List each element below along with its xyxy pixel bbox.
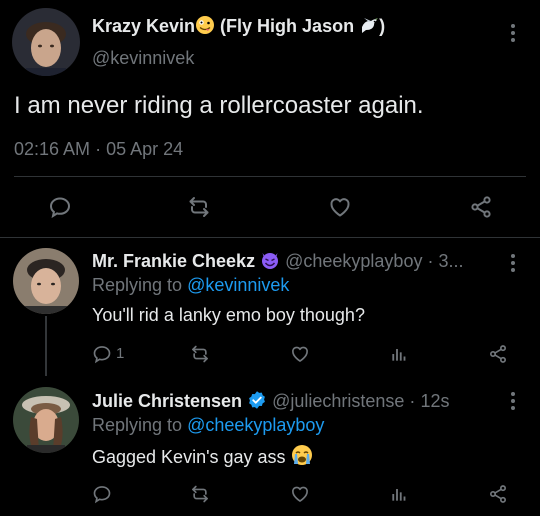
replying-to: Replying to @kevinnivek	[92, 274, 289, 296]
reply-count: 1	[116, 345, 125, 362]
like-icon[interactable]	[290, 344, 310, 364]
display-name[interactable]: Julie Christensen	[92, 391, 242, 411]
verified-badge-icon	[247, 390, 267, 415]
time-separator: ·	[409, 391, 416, 411]
display-name-suffix: (Fly High Jason	[215, 16, 360, 36]
more-icon[interactable]	[511, 254, 515, 275]
retweet-icon[interactable]	[187, 195, 211, 219]
zany-face-emoji	[195, 15, 215, 40]
reply-icon[interactable]	[92, 484, 112, 504]
avatar[interactable]	[13, 248, 79, 314]
share-icon[interactable]	[469, 195, 493, 219]
like-icon[interactable]	[290, 484, 310, 504]
replying-to: Replying to @cheekyplayboy	[92, 414, 324, 436]
main-tweet-header: Krazy Kevin (Fly High Jason )	[92, 15, 385, 40]
reply-icon[interactable]	[48, 195, 72, 219]
tweet-time: 02:16 AM	[14, 139, 91, 159]
tweet-text: I am never riding a rollercoaster again.	[14, 92, 424, 119]
retweet-icon[interactable]	[190, 344, 210, 364]
time-separator: ·	[427, 251, 434, 271]
replying-to-link[interactable]: @kevinnivek	[187, 275, 289, 295]
share-icon[interactable]	[488, 484, 508, 504]
divider	[14, 176, 526, 177]
reply-header: Julie Christensen @juliechristense · 12s	[92, 390, 449, 415]
handle[interactable]: @kevinnivek	[92, 48, 194, 69]
reply-text-row: Gagged Kevin's gay ass	[92, 444, 313, 471]
smiling-devil-emoji	[260, 250, 280, 275]
crying-face-emoji	[291, 444, 313, 471]
handle[interactable]: @cheekyplayboy	[285, 251, 422, 271]
divider	[0, 237, 540, 238]
reply-time[interactable]: 12s	[420, 391, 449, 411]
reply-text: Gagged Kevin's gay ass	[92, 447, 286, 467]
timestamp-separator: ·	[95, 139, 102, 159]
analytics-icon[interactable]	[389, 484, 409, 504]
timestamp[interactable]: 02:16 AM · 05 Apr 24	[14, 139, 183, 160]
like-icon[interactable]	[328, 195, 352, 219]
display-name[interactable]: Krazy Kevin	[92, 16, 195, 36]
dove-emoji	[359, 15, 379, 40]
retweet-icon[interactable]	[190, 484, 210, 504]
replying-prefix: Replying to	[92, 415, 183, 435]
reply-time[interactable]: 3...	[439, 251, 464, 271]
reply-icon[interactable]	[92, 344, 112, 364]
replying-to-link[interactable]: @cheekyplayboy	[187, 415, 324, 435]
more-icon[interactable]	[511, 392, 515, 413]
share-icon[interactable]	[488, 344, 508, 364]
reply-header: Mr. Frankie Cheekz @cheekyplayboy · 3...	[92, 250, 464, 275]
analytics-icon[interactable]	[389, 344, 409, 364]
avatar[interactable]	[13, 387, 79, 453]
thread-line	[45, 316, 47, 376]
handle[interactable]: @juliechristense	[272, 391, 404, 411]
replying-prefix: Replying to	[92, 275, 183, 295]
avatar[interactable]	[12, 8, 80, 76]
reply-text: You'll rid a lanky emo boy though?	[92, 305, 365, 325]
tweet-date: 05 Apr 24	[106, 139, 184, 159]
more-icon[interactable]	[511, 24, 515, 45]
display-name-close: )	[379, 16, 386, 36]
display-name[interactable]: Mr. Frankie Cheekz	[92, 251, 255, 271]
